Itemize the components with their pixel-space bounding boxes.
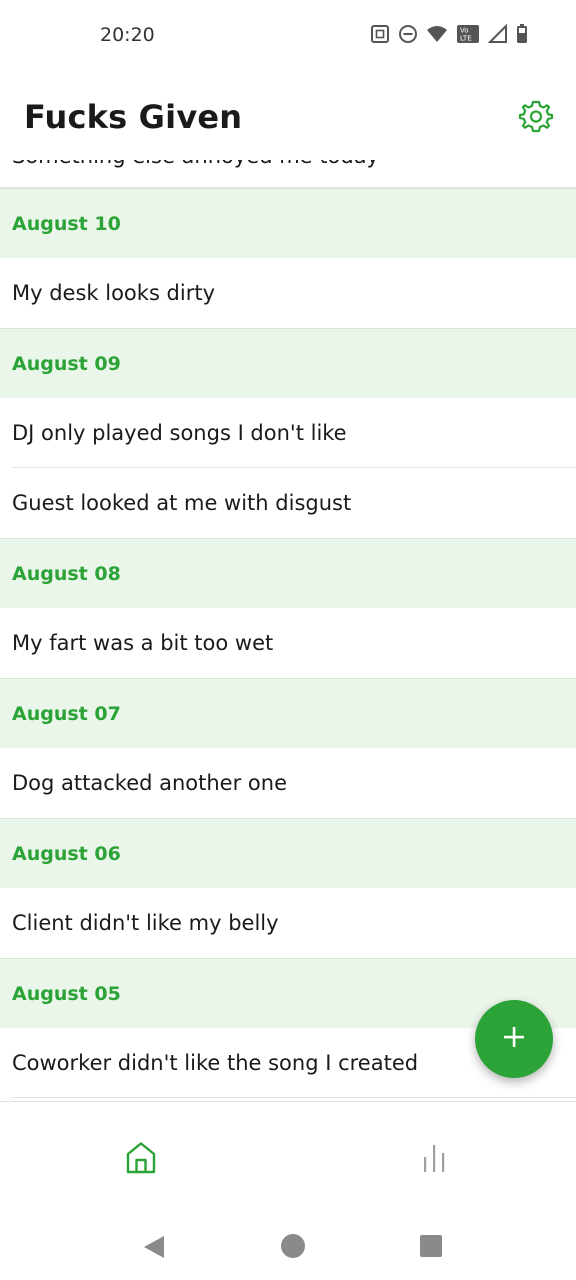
battery-icon xyxy=(516,24,528,44)
recents-icon[interactable] xyxy=(419,1234,443,1262)
status-icons: Vo LTE xyxy=(370,24,528,44)
list-item[interactable]: Client didn't like my belly xyxy=(0,888,576,958)
home-circle-icon[interactable] xyxy=(280,1233,306,1263)
system-nav-bar xyxy=(0,1211,576,1280)
app-bar: Fucks Given xyxy=(0,74,576,160)
volte-icon: Vo LTE xyxy=(456,24,480,44)
settings-button[interactable] xyxy=(516,98,556,138)
volte-label-bottom: LTE xyxy=(460,35,472,43)
volte-label-top: Vo xyxy=(460,27,469,35)
status-bar: 20:20 Vo LTE xyxy=(0,0,576,74)
nav-home-tab[interactable] xyxy=(121,1140,161,1180)
list-item[interactable]: DJ only played songs I don't like xyxy=(0,398,576,468)
date-header: August 08 xyxy=(0,538,576,608)
nfc-icon xyxy=(370,24,390,44)
home-icon xyxy=(125,1141,157,1179)
date-header: August 06 xyxy=(0,818,576,888)
bar-chart-icon xyxy=(421,1143,447,1177)
do-not-disturb-icon xyxy=(398,24,418,44)
page-title: Fucks Given xyxy=(24,98,243,136)
bottom-nav xyxy=(0,1101,576,1211)
wifi-icon xyxy=(426,25,448,43)
list-item[interactable]: Something else annoyed me today xyxy=(0,160,576,188)
date-header: August 10 xyxy=(0,188,576,258)
date-header: August 09 xyxy=(0,328,576,398)
status-time: 20:20 xyxy=(100,24,155,46)
signal-icon xyxy=(488,24,508,44)
nav-stats-tab[interactable] xyxy=(414,1140,454,1180)
list-item[interactable]: My desk looks dirty xyxy=(0,258,576,328)
list-item[interactable]: Dog attacked another one xyxy=(0,748,576,818)
plus-icon xyxy=(502,1025,526,1053)
gear-icon xyxy=(518,98,554,138)
add-entry-button[interactable] xyxy=(475,1000,553,1078)
list-item[interactable]: Guest looked at me with disgust xyxy=(0,468,576,538)
back-icon[interactable] xyxy=(140,1233,168,1265)
date-header: August 07 xyxy=(0,678,576,748)
list-item[interactable]: My fart was a bit too wet xyxy=(0,608,576,678)
entries-list[interactable]: Something else annoyed me today August 1… xyxy=(0,160,576,1102)
list-item-label: Something else annoyed me today xyxy=(12,160,379,168)
